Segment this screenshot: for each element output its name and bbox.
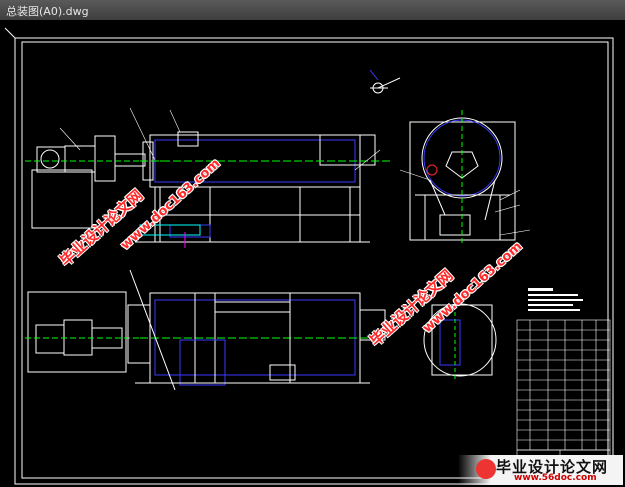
cad-drawing bbox=[4, 27, 614, 485]
detail-view-top bbox=[369, 69, 401, 94]
brand-badge: 毕业设计论文网 www.56doc.com bbox=[458, 455, 623, 485]
window-titlebar: 总装图(A0).dwg bbox=[0, 0, 625, 21]
drawing-canvas[interactable]: 毕业设计论文网 www.doc163.com 毕业设计论文网 www.doc16… bbox=[0, 20, 625, 487]
inner-frame bbox=[21, 41, 609, 479]
drum-side-view bbox=[135, 131, 390, 248]
corner-mark bbox=[4, 27, 16, 39]
brand-url: www.56doc.com bbox=[514, 473, 597, 483]
brand-logo-icon bbox=[476, 459, 496, 479]
leader-lines bbox=[59, 107, 531, 236]
drum-end-view bbox=[409, 110, 516, 245]
outer-frame bbox=[14, 37, 614, 485]
drum-plan-view bbox=[129, 269, 386, 391]
motor-plan-view bbox=[25, 291, 151, 373]
window-title: 总装图(A0).dwg bbox=[6, 5, 89, 18]
technical-notes bbox=[528, 288, 583, 311]
